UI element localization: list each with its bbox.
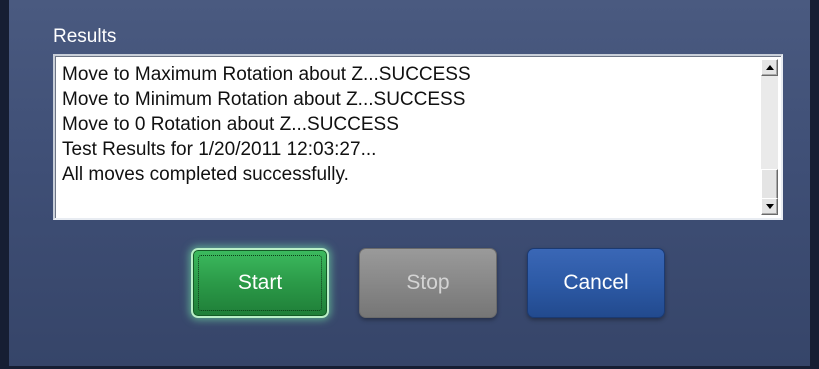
results-line: Move to Maximum Rotation about Z...SUCCE…	[62, 64, 471, 85]
stop-button-label: Stop	[406, 271, 450, 294]
dialog-panel: Results Move to Maximum Rotation about Z…	[0, 0, 819, 369]
results-line: Move to 0 Rotation about Z...SUCCESS	[62, 114, 399, 135]
start-button[interactable]: Start	[191, 248, 329, 318]
start-button-label: Start	[237, 271, 283, 294]
cancel-button[interactable]: Cancel	[527, 248, 665, 318]
arrow-down-icon	[766, 204, 774, 209]
results-line: All moves completed successfully.	[62, 164, 349, 185]
results-line: Test Results for 1/20/2011 12:03:27...	[62, 139, 377, 160]
results-text: Move to Maximum Rotation about Z...SUCCE…	[62, 62, 752, 187]
results-textbox[interactable]: Move to Maximum Rotation about Z...SUCCE…	[53, 54, 783, 220]
scroll-down-button[interactable]	[761, 198, 778, 215]
scroll-up-button[interactable]	[761, 59, 778, 76]
stop-button[interactable]: Stop	[359, 248, 497, 318]
results-line: Move to Minimum Rotation about Z...SUCCE…	[62, 89, 466, 110]
vertical-scrollbar[interactable]	[761, 59, 778, 215]
results-label: Results	[53, 26, 117, 47]
cancel-button-label: Cancel	[563, 271, 629, 294]
arrow-up-icon	[766, 65, 774, 70]
